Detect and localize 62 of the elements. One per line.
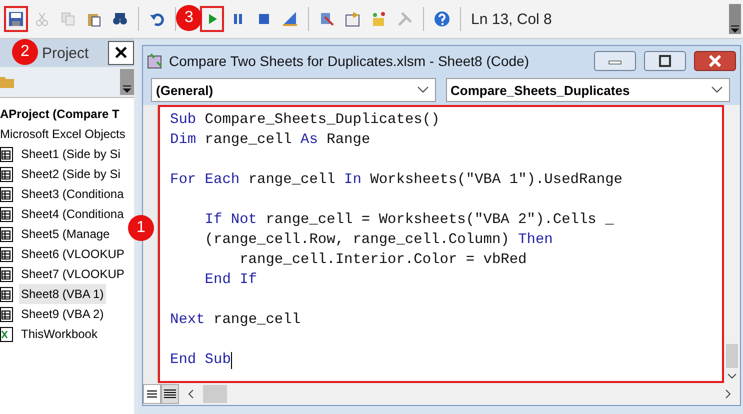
stop-icon [256,11,272,27]
chevron-down-icon [416,86,428,94]
chevron-left-icon[interactable] [187,389,195,399]
text-cursor [230,352,232,368]
tree-item[interactable]: Sheet6 (VLOOKUP [19,244,126,264]
binoculars-icon [112,11,128,27]
tree-item[interactable]: Sheet9 (VBA 2) [19,304,106,324]
minimize-button[interactable] [594,51,636,71]
procedure-dropdown[interactable]: Compare_Sheets_Duplicates [446,78,730,102]
maximize-icon [658,55,672,67]
tree-item[interactable]: ThisWorkbook [19,324,100,344]
maximize-button[interactable] [644,51,686,71]
scroll-thumb[interactable] [203,385,227,403]
save-button[interactable] [4,6,28,32]
lines-icon [164,389,176,399]
ruler-icon [282,11,298,27]
module-icon [147,53,163,69]
chevron-down-icon[interactable] [727,372,737,380]
code-line: For Each range_cell In Worksheets("VBA 1").UsedRange [170,171,622,190]
properties-icon [345,11,361,27]
cursor-position: Ln 13, Col 8 [471,10,552,28]
tree-item[interactable]: Sheet1 (Side by Si [19,144,122,164]
close-icon [708,55,722,67]
full-module-view-button[interactable] [161,384,179,404]
dropdown-icon[interactable] [120,69,134,95]
panel-title: Project [42,44,89,62]
tree-item[interactable]: Sheet7 (VLOOKUP [19,264,126,284]
close-button[interactable]: ✕ [108,41,134,65]
box-icon [371,11,387,27]
code-line: Dim range_cell As Range [170,131,370,150]
clipboard-icon [86,11,102,27]
code-line: (range_cell.Row, range_cell.Column) Then [204,231,553,250]
tree-item[interactable]: Microsoft Excel Objects [0,127,126,141]
tools-icon [397,11,413,27]
tree-item[interactable]: Sheet8 (VBA 1) [19,284,106,304]
scissors-icon [34,11,50,27]
overflow-icon[interactable] [729,4,741,34]
chevron-right-icon[interactable] [724,389,732,399]
explorer-icon [319,11,335,27]
code-editor[interactable] [158,105,724,383]
code-line: range_cell.Interior.Color = vbRed [240,251,527,270]
code-line: End Sub [170,351,231,370]
tree-item[interactable]: AProject (Compare T [0,107,120,121]
copy-icon [60,11,76,27]
tree-item[interactable]: Sheet5 (Manage [19,224,112,244]
window-title: Compare Two Sheets for Duplicates.xlsm - Sheet8 (Code) [169,53,530,69]
code-line: Next range_cell [170,311,301,330]
code-line: Sub Compare_Sheets_Duplicates() [170,111,440,130]
code-line: End If [204,271,258,290]
tree-item[interactable]: Sheet2 (Side by Si [19,164,122,184]
vertical-scrollbar[interactable] [724,105,740,383]
tree-item[interactable]: Sheet3 (Conditiona [19,184,126,204]
tree-item[interactable]: Sheet4 (Conditiona [19,204,126,224]
chevron-down-icon [711,86,723,94]
undo-icon [149,11,165,27]
procedure-view-button[interactable] [143,384,161,404]
object-dropdown[interactable]: (General) [151,78,436,102]
code-line: If Not range_cell = Worksheets("VBA 2").Cells _ [204,211,614,230]
lines-icon [147,390,157,398]
scroll-thumb[interactable] [726,344,738,368]
close-button[interactable] [694,51,736,71]
help-icon [434,11,450,27]
